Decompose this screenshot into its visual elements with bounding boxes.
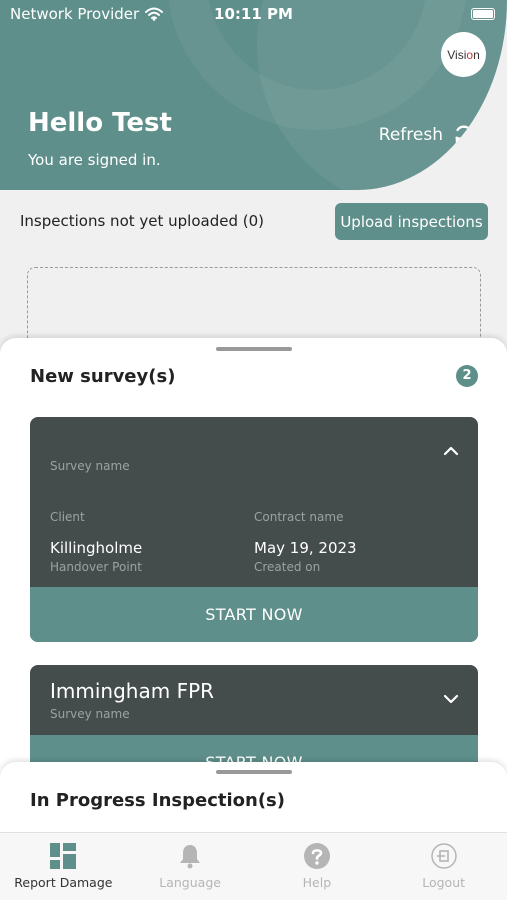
refresh-icon xyxy=(455,125,473,145)
nav-report-damage-label: Report Damage xyxy=(14,875,113,890)
refresh-button[interactable]: Refresh xyxy=(379,124,475,146)
sheet-drag-handle[interactable] xyxy=(216,770,292,774)
logo-text-end: n xyxy=(473,47,480,62)
client-value: Killingholme xyxy=(50,539,143,557)
contract-name-value: May 19, 2023 xyxy=(254,539,357,557)
vision-logo: Visi o n xyxy=(441,32,486,77)
battery-icon xyxy=(471,8,495,20)
new-surveys-sheet: New survey(s) 2 Survey name Client Contr… xyxy=(0,338,507,788)
logo-text-start: Visi xyxy=(447,47,467,62)
contract-name-label: Contract name xyxy=(254,510,344,524)
logout-icon xyxy=(430,843,457,869)
survey-name-value: Immingham FPR xyxy=(50,679,215,703)
sheet-drag-handle[interactable] xyxy=(216,347,292,351)
client-label: Client xyxy=(50,510,85,524)
chevron-up-icon[interactable] xyxy=(442,442,460,460)
bell-icon xyxy=(180,845,201,869)
nav-language[interactable]: Language xyxy=(127,833,254,900)
handover-point-label: Handover Point xyxy=(50,560,142,574)
nav-language-label: Language xyxy=(159,875,221,890)
nav-logout[interactable]: Logout xyxy=(380,833,507,900)
new-surveys-count-badge: 2 xyxy=(456,365,478,387)
survey-name-label: Survey name xyxy=(50,459,130,473)
greeting-title: Hello Test xyxy=(28,108,172,138)
logo-text-accent: o xyxy=(466,47,474,62)
in-progress-title: In Progress Inspection(s) xyxy=(30,790,285,811)
bottom-nav: Report Damage Language Help Logout xyxy=(0,832,507,900)
nav-report-damage[interactable]: Report Damage xyxy=(0,833,127,900)
status-time: 10:11 PM xyxy=(214,5,293,23)
nav-help[interactable]: Help xyxy=(254,833,381,900)
created-on-label: Created on xyxy=(254,560,321,574)
signed-in-subtitle: You are signed in. xyxy=(28,151,161,169)
upload-inspections-button[interactable]: Upload inspections xyxy=(335,203,488,240)
header: Network Provider 10:11 PM Visi o n Hello T… xyxy=(0,0,507,190)
refresh-label: Refresh xyxy=(378,125,443,145)
nav-help-label: Help xyxy=(302,875,332,890)
survey-name-label: Survey name xyxy=(50,707,130,721)
nav-logout-label: Logout xyxy=(422,875,466,890)
new-surveys-title: New survey(s) xyxy=(30,366,176,387)
in-progress-sheet: In Progress Inspection(s) xyxy=(0,762,507,842)
survey-card: Survey name Client Contract name Killing… xyxy=(30,417,478,642)
help-icon xyxy=(303,843,330,869)
chevron-down-icon[interactable] xyxy=(442,690,460,708)
status-bar: Network Provider 10:11 PM xyxy=(0,0,507,28)
battery-fill xyxy=(473,10,493,18)
pending-uploads-label: Inspections not yet uploaded (0) xyxy=(20,212,264,230)
grid-icon xyxy=(50,843,77,869)
start-now-button[interactable]: START NOW xyxy=(30,587,478,642)
